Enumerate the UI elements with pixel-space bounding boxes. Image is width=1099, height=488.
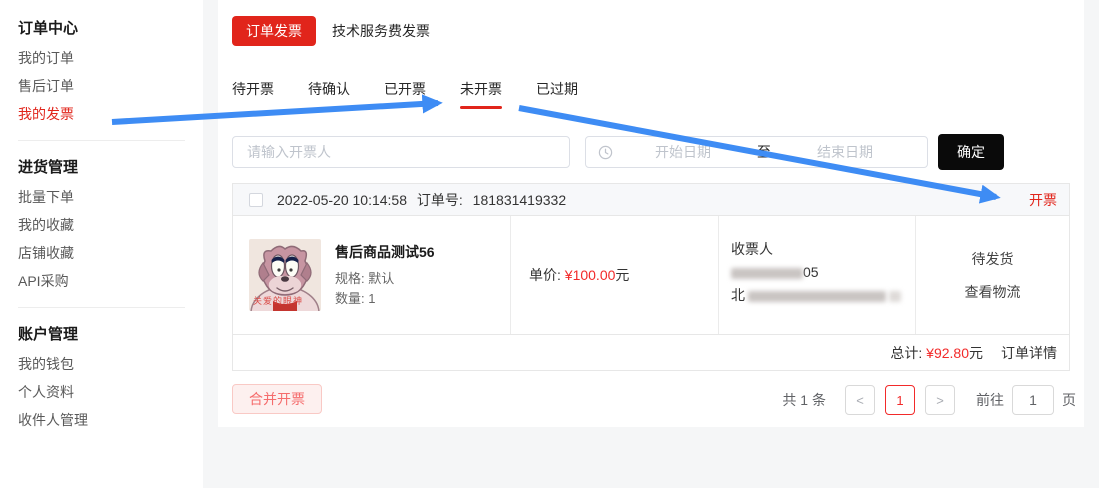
masked-address-block bbox=[748, 291, 886, 302]
tab-pending-confirm[interactable]: 待确认 bbox=[308, 79, 350, 109]
product-spec: 规格: 默认 bbox=[335, 269, 435, 289]
receiver-title: 收票人 bbox=[731, 238, 905, 261]
order-no-label: 订单号: bbox=[417, 192, 463, 208]
receiver-address-masked: 北 bbox=[731, 284, 905, 307]
next-page-button[interactable]: > bbox=[925, 385, 955, 415]
merge-invoice-button[interactable]: 合并开票 bbox=[232, 384, 322, 414]
order-invoice-type-button[interactable]: 订单发票 bbox=[232, 16, 316, 46]
chevron-right-icon: > bbox=[936, 393, 944, 408]
unit-price-value: 100.00 bbox=[573, 267, 616, 283]
product-qty: 数量: 1 bbox=[335, 289, 435, 309]
sidebar-divider bbox=[18, 140, 185, 141]
page-number-button[interactable]: 1 bbox=[885, 385, 915, 415]
total-label: 总计: bbox=[890, 343, 922, 363]
goto-page-label: 前往 bbox=[976, 390, 1004, 410]
goto-page-input[interactable] bbox=[1012, 385, 1054, 415]
order-card-header: 2022-05-20 10:14:58 订单号: 181831419332 开票 bbox=[233, 184, 1069, 216]
phone-visible-suffix: 05 bbox=[803, 264, 819, 280]
sidebar-item-bulk-order[interactable]: 批量下单 bbox=[18, 183, 203, 211]
chevron-left-icon: < bbox=[856, 393, 864, 408]
sidebar-item-aftersale-orders[interactable]: 售后订单 bbox=[18, 72, 203, 100]
page-unit-label: 页 bbox=[1062, 390, 1076, 410]
image-watermark-text: 关爱的眼神 bbox=[253, 294, 303, 307]
invoice-status-tabs: 待开票 待确认 已开票 未开票 已过期 bbox=[232, 79, 578, 109]
masked-address-tail bbox=[889, 291, 901, 302]
sidebar-item-my-orders[interactable]: 我的订单 bbox=[18, 44, 203, 72]
receiver-phone-masked: 05 bbox=[731, 261, 905, 284]
total-value: 92.80 bbox=[934, 345, 969, 361]
sidebar-item-my-invoices[interactable]: 我的发票 bbox=[18, 100, 203, 128]
date-range-picker[interactable]: 开始日期 至 结束日期 bbox=[585, 136, 928, 168]
sidebar: 订单中心 我的订单 售后订单 我的发票 进货管理 批量下单 我的收藏 店铺收藏 … bbox=[0, 0, 203, 488]
unit-price-unit: 元 bbox=[615, 265, 629, 285]
order-card-footer: 总计: ¥92.80元 订单详情 bbox=[233, 334, 1069, 370]
total-currency-symbol: ¥ bbox=[926, 345, 934, 361]
confirm-filter-button[interactable]: 确定 bbox=[938, 134, 1004, 170]
tech-service-invoice-type-button[interactable]: 技术服务费发票 bbox=[318, 16, 444, 46]
sidebar-group-account: 账户管理 bbox=[18, 320, 203, 350]
product-info: 售后商品测试56 规格: 默认 数量: 1 bbox=[335, 242, 435, 309]
end-date-placeholder: 结束日期 bbox=[775, 142, 915, 162]
total-unit: 元 bbox=[969, 343, 983, 363]
order-meta: 2022-05-20 10:14:58 订单号: 181831419332 bbox=[277, 190, 572, 210]
order-no: 181831419332 bbox=[473, 192, 566, 208]
status-column: 待发货 查看物流 bbox=[916, 216, 1069, 334]
total-count: 共 1 条 bbox=[782, 390, 826, 410]
view-logistics-link[interactable]: 查看物流 bbox=[965, 282, 1021, 302]
prev-page-button[interactable]: < bbox=[845, 385, 875, 415]
price-column: 单价: ¥100.00元 bbox=[511, 216, 719, 334]
invoice-panel: 订单发票 技术服务费发票 待开票 待确认 已开票 未开票 已过期 开始日期 至 … bbox=[218, 0, 1084, 427]
sidebar-item-api-purchase[interactable]: API采购 bbox=[18, 267, 203, 295]
start-date-placeholder: 开始日期 bbox=[613, 142, 753, 162]
order-select-checkbox[interactable] bbox=[249, 193, 263, 207]
date-range-separator: 至 bbox=[753, 142, 775, 162]
sidebar-item-profile[interactable]: 个人资料 bbox=[18, 378, 203, 406]
product-name[interactable]: 售后商品测试56 bbox=[335, 242, 435, 262]
open-invoice-link[interactable]: 开票 bbox=[1029, 190, 1057, 210]
order-datetime: 2022-05-20 10:14:58 bbox=[277, 192, 407, 208]
unit-price-label: 单价: bbox=[529, 265, 561, 285]
invoice-payer-search-input[interactable] bbox=[232, 136, 570, 168]
address-visible-prefix: 北 bbox=[731, 287, 745, 303]
pagination: 共 1 条 < 1 > 前往 页 bbox=[782, 385, 1076, 415]
tab-not-invoiced[interactable]: 未开票 bbox=[460, 79, 502, 109]
sidebar-divider bbox=[18, 307, 185, 308]
sidebar-group-order-center: 订单中心 bbox=[18, 14, 203, 44]
clock-icon bbox=[598, 145, 613, 160]
product-image-cartoon-dog[interactable]: 关爱的眼神 bbox=[249, 239, 321, 311]
order-detail-link[interactable]: 订单详情 bbox=[1001, 343, 1057, 363]
masked-phone-block bbox=[731, 268, 803, 279]
sidebar-item-my-favorites[interactable]: 我的收藏 bbox=[18, 211, 203, 239]
tab-pending-invoice[interactable]: 待开票 bbox=[232, 79, 274, 109]
tab-invoiced[interactable]: 已开票 bbox=[384, 79, 426, 109]
order-card-body: 关爱的眼神 售后商品测试56 规格: 默认 数量: 1 单价: ¥100.00元… bbox=[233, 216, 1069, 334]
shipping-status: 待发货 bbox=[972, 249, 1014, 269]
sidebar-item-shop-favorites[interactable]: 店铺收藏 bbox=[18, 239, 203, 267]
sidebar-item-my-wallet[interactable]: 我的钱包 bbox=[18, 350, 203, 378]
currency-symbol: ¥ bbox=[565, 267, 573, 283]
product-column: 关爱的眼神 售后商品测试56 规格: 默认 数量: 1 bbox=[233, 216, 511, 334]
tab-expired[interactable]: 已过期 bbox=[536, 79, 578, 109]
sidebar-item-recipient-mgmt[interactable]: 收件人管理 bbox=[18, 406, 203, 434]
sidebar-group-purchase: 进货管理 bbox=[18, 153, 203, 183]
order-card: 2022-05-20 10:14:58 订单号: 181831419332 开票 bbox=[232, 183, 1070, 371]
receiver-column: 收票人 05 北 bbox=[719, 216, 916, 334]
